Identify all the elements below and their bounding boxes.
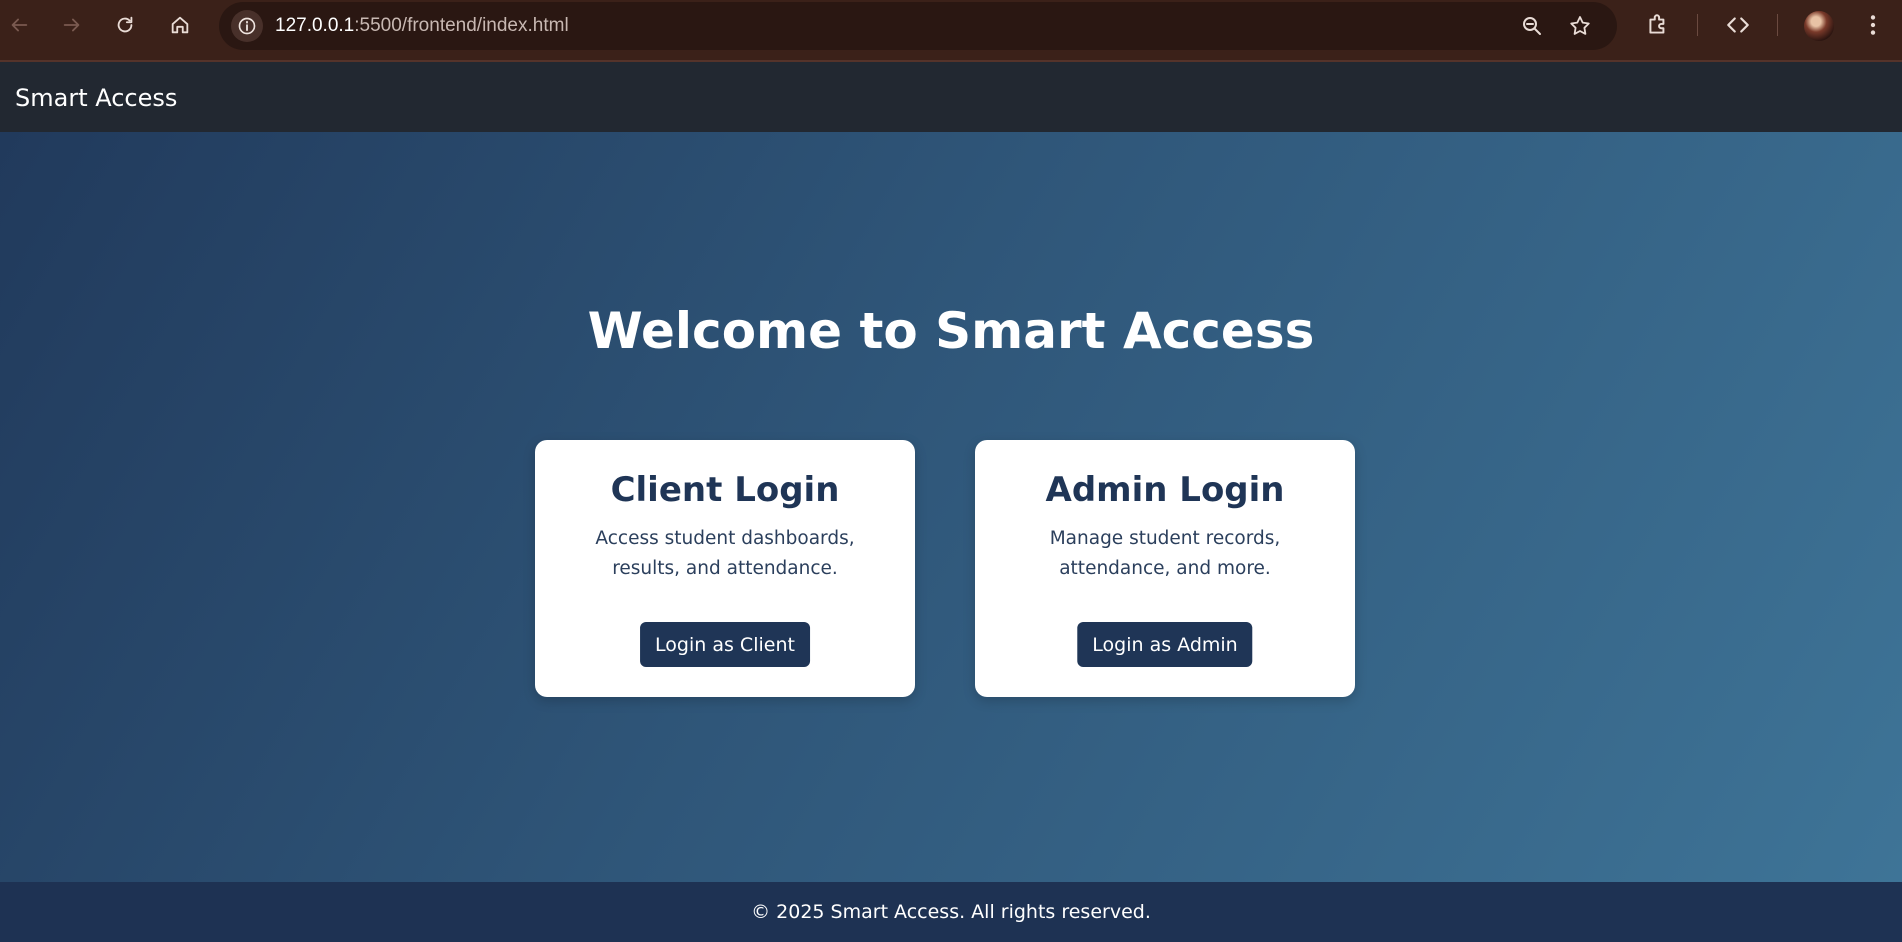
url-path: :5500/frontend/index.html [354,15,569,36]
url-host: 127.0.0.1 [275,15,355,36]
footer: © 2025 Smart Access. All rights reserved… [0,882,1902,942]
page-title: Welcome to Smart Access [587,302,1315,360]
forward-icon[interactable] [58,11,86,39]
devtools-icon[interactable] [1725,12,1751,38]
bookmark-star-icon[interactable] [1568,14,1592,38]
site-info-icon[interactable] [231,10,263,42]
url-text[interactable]: 127.0.0.1:5500/frontend/index.html [275,15,569,37]
client-login-card: Client Login Access student dashboards, … [535,440,915,697]
hero-section: Welcome to Smart Access Client Login Acc… [0,132,1902,882]
toolbar-divider [1697,14,1698,36]
admin-login-card: Admin Login Manage student records, atte… [975,440,1355,697]
profile-avatar[interactable] [1804,11,1834,41]
toolbar-divider [1777,14,1778,36]
reload-icon[interactable] [111,11,139,39]
app-navbar: Smart Access [0,62,1902,132]
home-icon[interactable] [166,11,194,39]
zoom-icon[interactable] [1520,14,1544,38]
menu-kebab-icon[interactable] [1860,12,1886,38]
login-client-button[interactable]: Login as Client [640,622,810,667]
card-description: Access student dashboards, results, and … [595,528,855,579]
address-bar[interactable]: 127.0.0.1:5500/frontend/index.html [219,2,1617,50]
login-admin-button[interactable]: Login as Admin [1077,622,1253,667]
browser-toolbar: 127.0.0.1:5500/frontend/index.html [0,0,1902,62]
back-icon[interactable] [5,11,33,39]
card-title: Client Login [610,470,840,510]
extensions-icon[interactable] [1645,12,1671,38]
card-title: Admin Login [1045,470,1285,510]
card-description: Manage student records, attendance, and … [1049,528,1281,579]
brand-link[interactable]: Smart Access [15,84,177,112]
copyright-text: © 2025 Smart Access. All rights reserved… [751,901,1151,923]
